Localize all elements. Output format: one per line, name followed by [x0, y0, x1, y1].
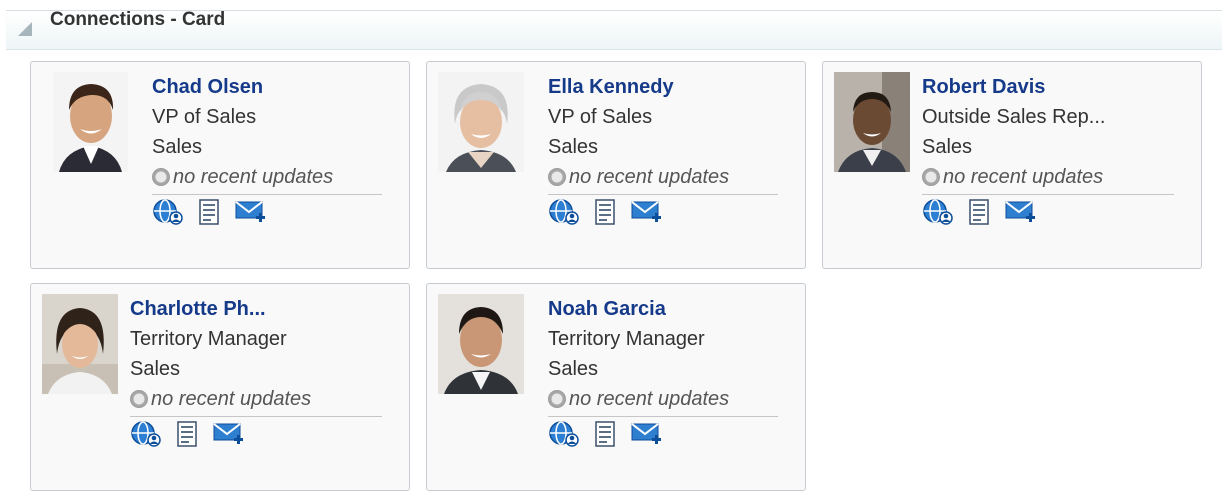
- collapse-triangle-icon[interactable]: [18, 22, 32, 36]
- profile-card-icon[interactable]: [589, 198, 621, 226]
- network-connection-icon[interactable]: [152, 198, 184, 226]
- send-message-icon[interactable]: [212, 420, 244, 448]
- contact-department: Sales: [152, 136, 203, 158]
- card-info: Chad Olsen VP of Sales Sales no recent u…: [152, 72, 382, 228]
- avatar[interactable]: [834, 72, 910, 172]
- network-connection-icon[interactable]: [922, 198, 954, 226]
- status-message: no recent updates: [130, 384, 382, 417]
- presence-offline-icon: [130, 390, 148, 408]
- connection-card: Robert Davis Outside Sales Rep... Sales …: [822, 61, 1202, 269]
- profile-card-icon[interactable]: [193, 198, 225, 226]
- status-text: no recent updates: [569, 388, 730, 410]
- connection-card: Charlotte Ph... Territory Manager Sales …: [30, 283, 410, 491]
- status-text: no recent updates: [173, 166, 334, 188]
- presence-offline-icon: [548, 390, 566, 408]
- send-message-icon[interactable]: [630, 198, 662, 226]
- contact-department: Sales: [548, 358, 599, 380]
- card-info: Noah Garcia Territory Manager Sales no r…: [548, 294, 778, 450]
- card-info: Charlotte Ph... Territory Manager Sales …: [130, 294, 382, 450]
- send-message-icon[interactable]: [630, 420, 662, 448]
- status-text: no recent updates: [569, 166, 730, 188]
- card-actions: [548, 420, 778, 450]
- connection-card: Noah Garcia Territory Manager Sales no r…: [426, 283, 806, 491]
- profile-card-icon[interactable]: [963, 198, 995, 226]
- contact-department: Sales: [922, 136, 973, 158]
- contact-title: VP of Sales: [548, 106, 653, 128]
- contact-title: VP of Sales: [152, 106, 257, 128]
- presence-offline-icon: [152, 168, 170, 186]
- contact-title: Territory Manager: [130, 328, 287, 350]
- status-text: no recent updates: [151, 388, 312, 410]
- profile-card-icon[interactable]: [589, 420, 621, 448]
- contact-name[interactable]: Robert Davis: [922, 72, 1152, 102]
- contact-name[interactable]: Charlotte Ph...: [130, 294, 360, 324]
- network-connection-icon[interactable]: [130, 420, 162, 448]
- presence-offline-icon: [922, 168, 940, 186]
- status-message: no recent updates: [152, 162, 382, 195]
- status-message: no recent updates: [548, 384, 778, 417]
- avatar[interactable]: [438, 72, 524, 172]
- contact-name[interactable]: Chad Olsen: [152, 72, 382, 102]
- send-message-icon[interactable]: [234, 198, 266, 226]
- connection-card: Ella Kennedy VP of Sales Sales no recent…: [426, 61, 806, 269]
- contact-title: Outside Sales Rep...: [922, 106, 1106, 128]
- card-actions: [130, 420, 360, 450]
- contact-name[interactable]: Ella Kennedy: [548, 72, 778, 102]
- avatar[interactable]: [438, 294, 524, 394]
- profile-card-icon[interactable]: [171, 420, 203, 448]
- avatar[interactable]: [42, 294, 118, 394]
- status-message: no recent updates: [548, 162, 778, 195]
- contact-title: Territory Manager: [548, 328, 705, 350]
- network-connection-icon[interactable]: [548, 420, 580, 448]
- card-info: Robert Davis Outside Sales Rep... Sales …: [922, 72, 1174, 228]
- card-actions: [548, 198, 778, 228]
- network-connection-icon[interactable]: [548, 198, 580, 226]
- presence-offline-icon: [548, 168, 566, 186]
- status-text: no recent updates: [943, 166, 1104, 188]
- card-actions: [922, 198, 1152, 228]
- avatar[interactable]: [53, 72, 128, 172]
- contact-department: Sales: [130, 358, 181, 380]
- contact-department: Sales: [548, 136, 599, 158]
- panel-title: Connections - Card: [50, 9, 226, 30]
- send-message-icon[interactable]: [1004, 198, 1036, 226]
- card-actions: [152, 198, 382, 228]
- card-info: Ella Kennedy VP of Sales Sales no recent…: [548, 72, 778, 228]
- connection-card: Chad Olsen VP of Sales Sales no recent u…: [30, 61, 410, 269]
- status-message: no recent updates: [922, 162, 1174, 195]
- contact-name[interactable]: Noah Garcia: [548, 294, 778, 324]
